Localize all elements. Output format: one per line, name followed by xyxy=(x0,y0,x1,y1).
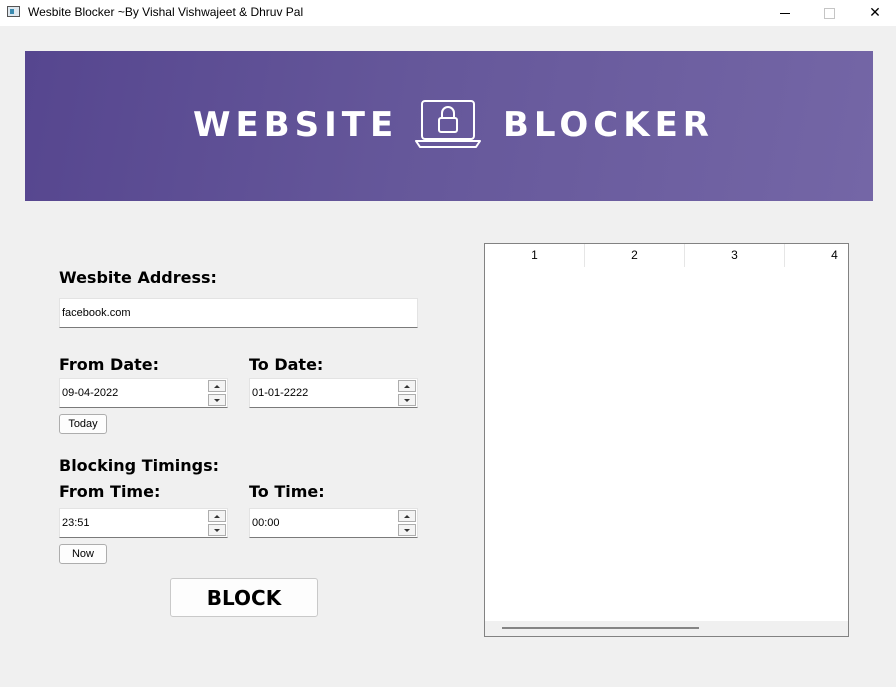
from-time-input[interactable]: 23:51 xyxy=(59,508,228,538)
block-button[interactable]: BLOCK xyxy=(170,578,318,617)
header-banner: WEBSITE BLOCKER xyxy=(25,51,873,201)
column-header[interactable]: 4 xyxy=(785,244,848,267)
to-time-up-button[interactable] xyxy=(398,510,416,522)
to-date-value: 01-01-2222 xyxy=(252,387,309,399)
to-date-down-button[interactable] xyxy=(398,394,416,406)
arrow-down-icon xyxy=(214,528,220,532)
now-button[interactable]: Now xyxy=(59,544,107,564)
to-time-value: 00:00 xyxy=(252,517,280,529)
scrollbar-thumb[interactable] xyxy=(502,627,699,629)
to-date-up-button[interactable] xyxy=(398,380,416,392)
arrow-up-icon xyxy=(404,514,410,518)
today-button[interactable]: Today xyxy=(59,414,107,434)
to-time-label: To Time: xyxy=(249,482,325,501)
from-time-label: From Time: xyxy=(59,482,161,501)
minimize-icon xyxy=(780,12,790,14)
maximize-button[interactable] xyxy=(806,0,852,26)
from-date-value: 09-04-2022 xyxy=(62,387,119,399)
blocked-sites-table[interactable]: 1 2 3 4 xyxy=(484,243,849,637)
website-address-input[interactable]: facebook.com xyxy=(59,298,418,328)
banner-title-left: WEBSITE xyxy=(193,105,399,145)
close-icon: ✕ xyxy=(869,5,881,21)
laptop-lock-icon xyxy=(415,100,481,148)
column-header[interactable]: 1 xyxy=(485,244,585,267)
table-header: 1 2 3 4 xyxy=(485,244,848,268)
from-date-label: From Date: xyxy=(59,355,160,374)
from-date-input[interactable]: 09-04-2022 xyxy=(59,378,228,408)
to-date-input[interactable]: 01-01-2222 xyxy=(249,378,418,408)
column-header[interactable]: 2 xyxy=(585,244,685,267)
arrow-up-icon xyxy=(214,514,220,518)
close-button[interactable]: ✕ xyxy=(852,0,896,26)
horizontal-scrollbar[interactable] xyxy=(485,621,848,636)
website-address-value: facebook.com xyxy=(62,307,131,319)
website-address-label: Wesbite Address: xyxy=(59,268,217,287)
from-time-up-button[interactable] xyxy=(208,510,226,522)
arrow-down-icon xyxy=(404,528,410,532)
column-header[interactable]: 3 xyxy=(685,244,785,267)
window-title: Wesbite Blocker ~By Vishal Vishwajeet & … xyxy=(28,5,304,19)
from-date-up-button[interactable] xyxy=(208,380,226,392)
app-icon xyxy=(7,6,20,17)
to-date-label: To Date: xyxy=(249,355,324,374)
blocking-timings-label: Blocking Timings: xyxy=(59,456,220,475)
from-time-down-button[interactable] xyxy=(208,524,226,536)
to-time-input[interactable]: 00:00 xyxy=(249,508,418,538)
from-time-value: 23:51 xyxy=(62,517,90,529)
title-bar: Wesbite Blocker ~By Vishal Vishwajeet & … xyxy=(0,0,896,26)
maximize-icon xyxy=(823,7,835,19)
from-date-down-button[interactable] xyxy=(208,394,226,406)
arrow-up-icon xyxy=(404,384,410,388)
arrow-up-icon xyxy=(214,384,220,388)
to-time-down-button[interactable] xyxy=(398,524,416,536)
banner-title-right: BLOCKER xyxy=(503,105,714,145)
arrow-down-icon xyxy=(214,398,220,402)
arrow-down-icon xyxy=(404,398,410,402)
minimize-button[interactable] xyxy=(762,0,808,26)
